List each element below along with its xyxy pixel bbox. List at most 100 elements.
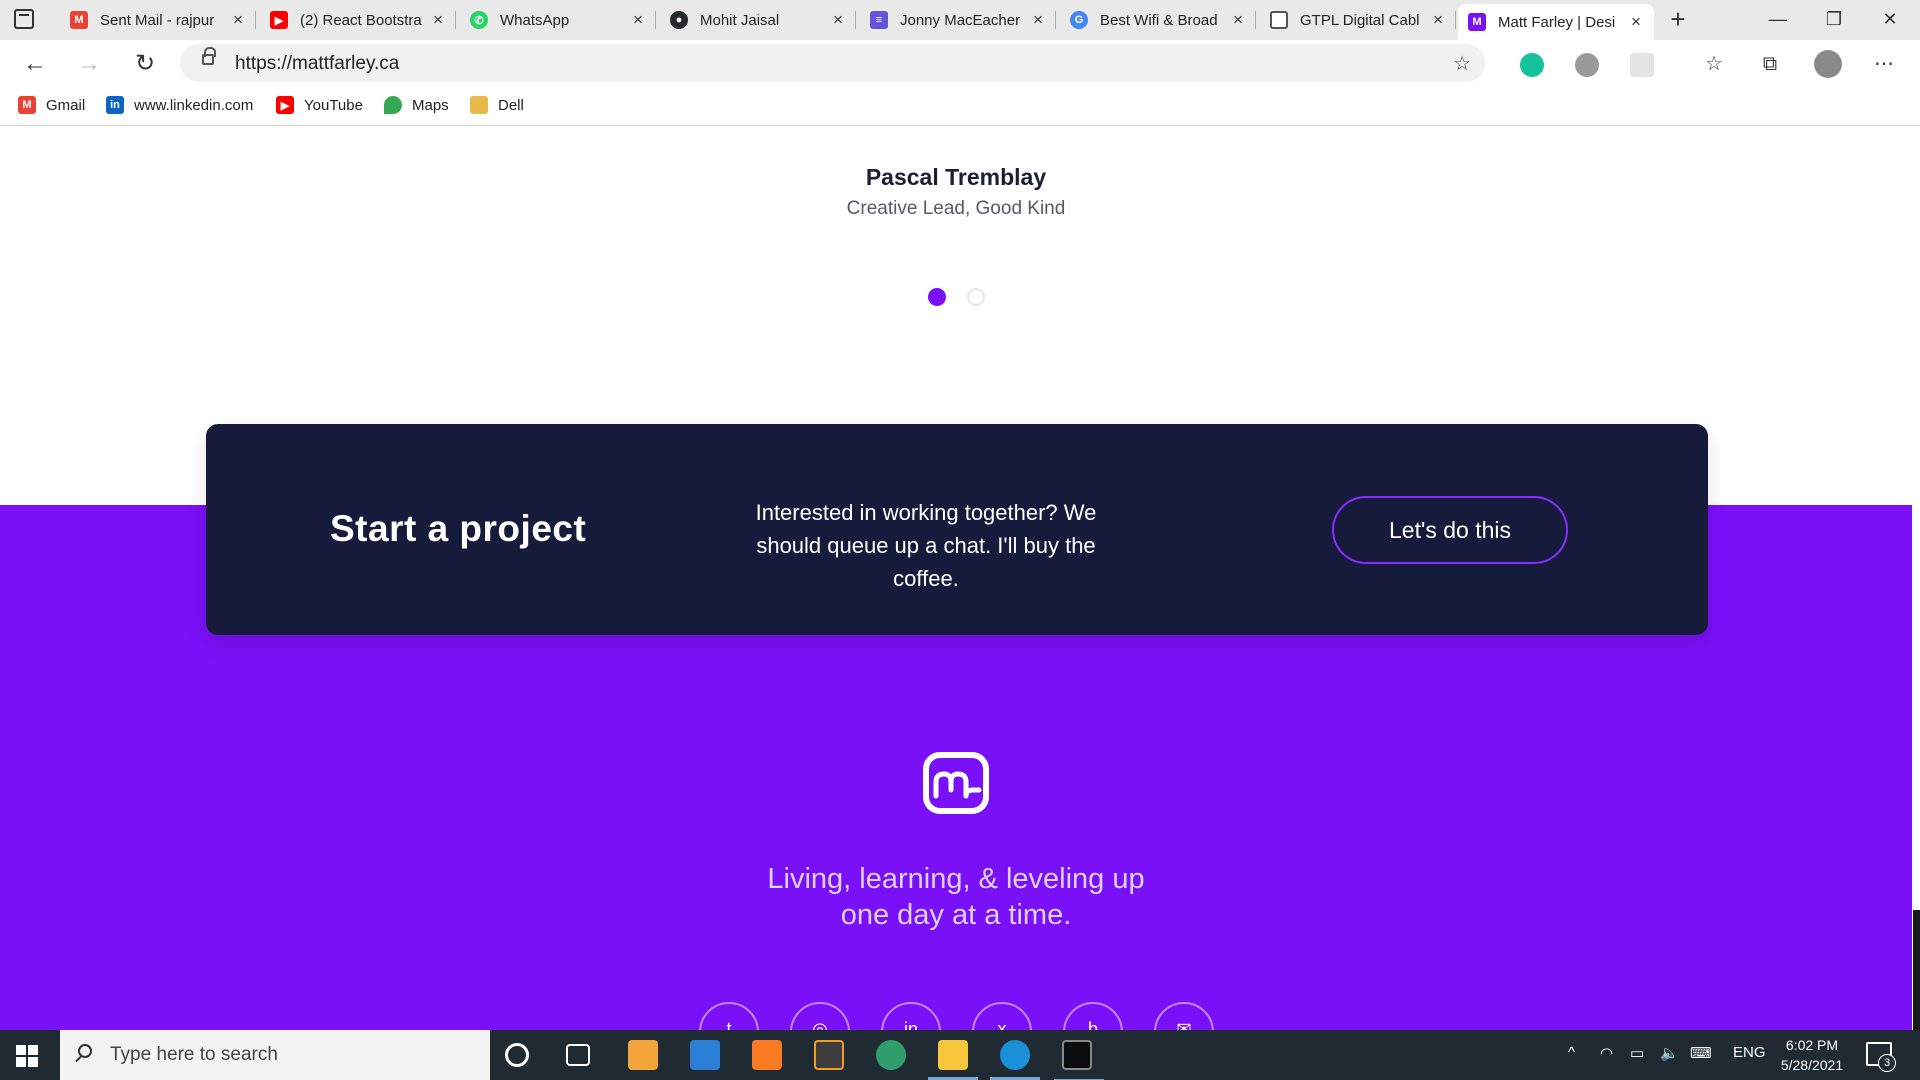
page-icon xyxy=(1270,11,1288,29)
grammarly-icon[interactable] xyxy=(1520,53,1544,77)
close-window-button[interactable]: ✕ xyxy=(1862,4,1918,34)
tab-title: (2) React Bootstra xyxy=(300,11,422,29)
tab-jonny-maceachern[interactable]: ≡ Jonny MacEacher × xyxy=(860,4,1056,36)
tab-sent-mail[interactable]: M Sent Mail - rajpur × xyxy=(60,4,256,36)
favorites-icon[interactable]: ☆ xyxy=(1700,50,1728,78)
show-hidden-icons-icon[interactable]: ^ xyxy=(1568,1044,1575,1061)
bookmark-maps[interactable]: Maps xyxy=(384,96,449,114)
tab-matt-farley[interactable]: M Matt Farley | Desi × xyxy=(1458,4,1654,40)
close-tab-icon[interactable]: × xyxy=(830,10,846,30)
scrollbar-thumb[interactable] xyxy=(1913,910,1920,1030)
windows-start-icon[interactable] xyxy=(16,1045,38,1067)
refresh-button[interactable]: ↻ xyxy=(130,50,160,80)
tab-react-bootstrap[interactable]: ▶ (2) React Bootstra × xyxy=(260,4,456,36)
close-tab-icon[interactable]: × xyxy=(1430,10,1446,30)
close-tab-icon[interactable]: × xyxy=(1030,10,1046,30)
clock-date: 5/28/2021 xyxy=(1780,1057,1844,1073)
wifi-icon[interactable]: ◠ xyxy=(1600,1044,1613,1062)
whatsapp-icon: ✆ xyxy=(470,11,488,29)
mattfarley-icon: M xyxy=(1468,13,1486,31)
bookmark-youtube[interactable]: ▶ YouTube xyxy=(276,96,363,114)
youtube-icon: ▶ xyxy=(276,96,294,114)
tab-title: Matt Farley | Desi xyxy=(1498,13,1616,31)
search-placeholder: Type here to search xyxy=(110,1044,278,1065)
linkedin-icon: in xyxy=(106,96,124,114)
address-bar[interactable]: https://mattfarley.ca ☆ xyxy=(180,44,1485,82)
close-tab-icon[interactable]: × xyxy=(630,10,646,30)
maps-icon xyxy=(384,96,402,114)
cta-text: Interested in working together? We shoul… xyxy=(755,500,1097,591)
windows-taskbar: Type here to search ^ ◠ ▭ 🔈 ⌨ ENG 6:02 P… xyxy=(0,1030,1920,1080)
testimonial-author-name: Pascal Tremblay xyxy=(865,164,1047,190)
edge-browser-icon[interactable] xyxy=(990,1040,1040,1080)
tab-title: Jonny MacEacher xyxy=(900,11,1021,29)
github-icon: ● xyxy=(670,11,688,29)
close-tab-icon[interactable]: × xyxy=(1230,10,1246,30)
bookmark-gmail[interactable]: M Gmail xyxy=(18,96,85,114)
maps-app-icon[interactable] xyxy=(876,1040,906,1070)
tab-actions-icon[interactable] xyxy=(14,9,34,29)
cortana-icon[interactable] xyxy=(505,1043,529,1067)
lets-do-this-button[interactable]: Let's do this xyxy=(1332,496,1568,564)
tab-strip: M Sent Mail - rajpur × ▶ (2) React Boots… xyxy=(0,0,1920,40)
bookmark-linkedin[interactable]: in www.linkedin.com xyxy=(106,96,253,114)
bookmark-folder-dell[interactable]: Dell xyxy=(470,96,524,114)
gmail-icon: M xyxy=(18,96,36,114)
extension-icon[interactable] xyxy=(1630,53,1654,77)
more-menu-icon[interactable]: ⋯ xyxy=(1870,50,1898,78)
minimize-button[interactable]: — xyxy=(1750,4,1806,34)
url-text: https://mattfarley.ca xyxy=(235,53,400,74)
bookmark-label: Maps xyxy=(412,96,449,114)
tab-title: Mohit Jaisal xyxy=(700,11,780,29)
mail-app-icon[interactable] xyxy=(690,1040,720,1070)
task-view-icon[interactable] xyxy=(566,1044,590,1066)
bookmark-label: www.linkedin.com xyxy=(134,96,254,114)
tagline-line-2: one day at a time. xyxy=(840,899,1072,931)
language-indicator[interactable]: ENG xyxy=(1733,1044,1766,1061)
tab-title: Best Wifi & Broad xyxy=(1100,11,1218,29)
bookmark-label: Dell xyxy=(498,96,524,114)
restore-button[interactable]: ❐ xyxy=(1806,4,1862,34)
forward-button[interactable]: → xyxy=(74,50,104,80)
new-tab-button[interactable]: + xyxy=(1664,6,1692,34)
lock-icon[interactable] xyxy=(202,47,216,65)
tab-whatsapp[interactable]: ✆ WhatsApp × xyxy=(460,4,656,36)
carousel-dot-active[interactable] xyxy=(928,288,946,306)
gmail-icon: M xyxy=(70,11,88,29)
terminal-icon[interactable] xyxy=(1054,1040,1104,1080)
testimonial-author-role: Creative Lead, Good Kind xyxy=(846,198,1066,219)
sublime-text-icon[interactable] xyxy=(814,1040,844,1070)
back-button[interactable]: ← xyxy=(20,50,50,80)
carousel-dot[interactable] xyxy=(967,288,985,306)
file-explorer-icon[interactable] xyxy=(928,1040,978,1080)
volume-icon[interactable]: 🔈 xyxy=(1660,1044,1679,1062)
tagline-line-1: Living, learning, & leveling up xyxy=(767,863,1145,895)
bookmark-label: Gmail xyxy=(46,96,86,114)
collections-icon[interactable]: ⧉ xyxy=(1756,50,1784,78)
keyboard-icon[interactable]: ⌨ xyxy=(1690,1044,1712,1062)
browser-toolbar: ← → ↻ https://mattfarley.ca ☆ ☆ ⧉ ⋯ xyxy=(0,40,1920,88)
cta-title: Start a project xyxy=(330,508,587,549)
extension-gear-icon[interactable] xyxy=(1575,53,1599,77)
close-tab-icon[interactable]: × xyxy=(1628,12,1644,32)
folder-icon xyxy=(470,96,488,114)
microsoft-store-icon[interactable] xyxy=(628,1040,658,1070)
youtube-icon: ▶ xyxy=(270,11,288,29)
doc-icon: ≡ xyxy=(870,11,888,29)
close-tab-icon[interactable]: × xyxy=(230,10,246,30)
close-tab-icon[interactable]: × xyxy=(430,10,446,30)
tab-title: Sent Mail - rajpur xyxy=(100,11,215,29)
matt-farley-logo-icon[interactable] xyxy=(923,752,989,814)
web-page: Pascal Tremblay Creative Lead, Good Kind… xyxy=(0,127,1920,1030)
tab-gtpl[interactable]: GTPL Digital Cabl × xyxy=(1260,4,1456,36)
start-project-card: Start a project Interested in working to… xyxy=(206,424,1708,635)
page-scrollbar[interactable] xyxy=(1912,127,1920,1030)
taskbar-search-box[interactable]: Type here to search xyxy=(60,1030,490,1080)
xampp-icon[interactable] xyxy=(752,1040,782,1070)
tab-best-wifi[interactable]: G Best Wifi & Broad × xyxy=(1060,4,1256,36)
battery-icon[interactable]: ▭ xyxy=(1630,1044,1644,1062)
system-clock[interactable]: 6:02 PM 5/28/2021 xyxy=(1762,1035,1862,1075)
tab-mohit-jaisal[interactable]: ● Mohit Jaisal × xyxy=(660,4,856,36)
add-favorite-icon[interactable]: ☆ xyxy=(1453,51,1471,76)
profile-avatar[interactable] xyxy=(1814,50,1842,78)
